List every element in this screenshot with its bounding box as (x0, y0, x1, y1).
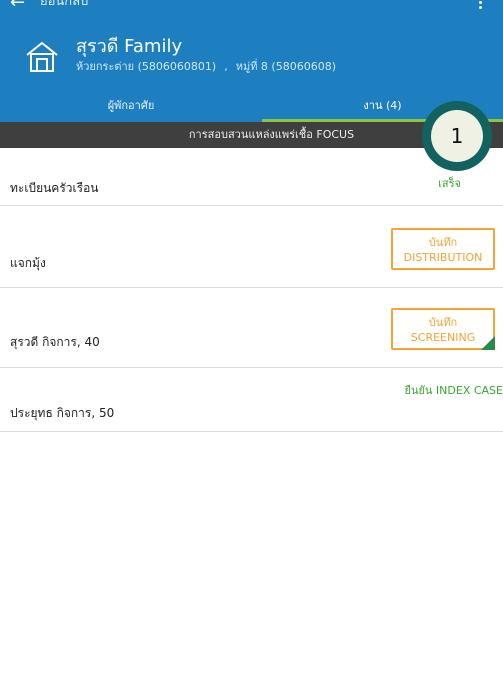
step-number: 1 (431, 110, 483, 162)
app-bar: ← ย้อนกลับ สุรวดี Family ห้วยกระต่าย (58… (0, 0, 503, 122)
overflow-menu-icon[interactable] (479, 0, 483, 10)
tab-residents[interactable]: ผู้พักอาศัย (0, 96, 262, 122)
top-bar: ← ย้อนกลับ (0, 0, 503, 22)
corner-marker-icon (481, 336, 495, 350)
record-distribution-button[interactable]: บันทึก DISTRIBUTION (391, 228, 495, 270)
task-label: ประยุทธ กิจการ, 50 (10, 406, 115, 420)
tab-residents-label: ผู้พักอาศัย (107, 99, 155, 112)
status-done-label: เสร็จ (438, 177, 461, 190)
task-row-screening[interactable]: สุรวดี กิจการ, 40 บันทึก SCREENING (0, 288, 503, 368)
task-label: สุรวดี กิจการ, 40 (10, 335, 100, 349)
household-address: ห้วยกระต่าย (5806060801), หมู่ที่ 8 (5806… (76, 60, 336, 74)
record-screening-button[interactable]: บันทึก SCREENING (391, 308, 495, 350)
button-label-top: บันทึก (428, 236, 458, 249)
task-label: แจกมุ้ง (10, 256, 46, 270)
back-label[interactable]: ย้อนกลับ (40, 0, 88, 9)
button-label-top: บันทึก (428, 316, 458, 329)
family-name: สุรวดี Family (76, 36, 183, 57)
task-row-index-case[interactable]: ประยุทธ กิจการ, 50 ยืนยัน INDEX CASE (0, 368, 503, 432)
task-row-net-distribution[interactable]: แจกมุ้ง บันทึก DISTRIBUTION (0, 206, 503, 288)
moo-number: หมู่ที่ 8 (58060608) (235, 60, 337, 73)
task-label: ทะเบียนครัวเรือน (10, 181, 99, 195)
tab-tasks-label: งาน (4) (363, 99, 402, 112)
tutorial-step-marker: 1 (422, 101, 492, 171)
house-icon (26, 41, 58, 72)
back-arrow-icon[interactable]: ← (10, 0, 25, 12)
address-separator: , (224, 60, 228, 73)
village-name: ห้วยกระต่าย (5806060801) (76, 60, 217, 73)
button-label-bottom: SCREENING (410, 331, 476, 344)
task-row-household-registry[interactable]: ทะเบียนครัวเรือน เสร็จ (0, 148, 503, 206)
confirm-index-case-link[interactable]: ยืนยัน INDEX CASE (405, 381, 503, 399)
button-label-bottom: DISTRIBUTION (403, 251, 483, 264)
